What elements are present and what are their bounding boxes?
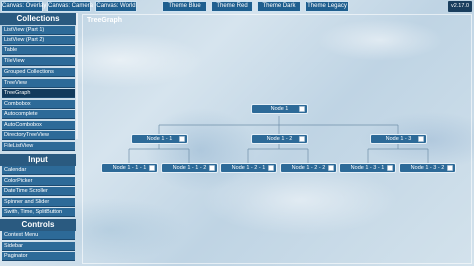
sidebar-item-autocomplete[interactable]: Autocomplete [2, 110, 75, 119]
tree-node-1-3[interactable]: Node 1 - 3 [370, 134, 427, 144]
node-label: Node 1 - 2 - 2 [291, 165, 326, 171]
sidebar-item-listview-part1[interactable]: ListView (Part 1) [2, 26, 75, 35]
sidebar-item-autocombobox[interactable]: AutoCombobox [2, 121, 75, 130]
node-label: Node 1 - 2 [266, 136, 293, 142]
top-bar: Canvas: Overlay Canvas: Camera Canvas: W… [0, 0, 474, 13]
sidebar-scrollbar[interactable] [76, 13, 78, 139]
sidebar-item-tileview[interactable]: TileView [2, 57, 75, 66]
main-panel: TreeGraph Node 1 Node 1 - 1 Node 1 - 2 N… [82, 14, 472, 264]
node-checkbox[interactable] [209, 165, 215, 171]
tab-canvas-overlay[interactable]: Canvas: Overlay [1, 1, 46, 12]
tree-node-1-3-1[interactable]: Node 1 - 3 - 1 [339, 163, 396, 173]
node-label: Node 1 - 1 [146, 136, 173, 142]
theme-dark-button[interactable]: Theme Dark [257, 1, 301, 12]
node-checkbox[interactable] [387, 165, 393, 171]
node-label: Node 1 - 3 - 2 [410, 165, 445, 171]
node-label: Node 1 - 1 - 1 [112, 165, 147, 171]
node-checkbox[interactable] [299, 136, 305, 142]
node-label: Node 1 - 3 [385, 136, 412, 142]
node-checkbox[interactable] [299, 106, 305, 112]
tree-node-1-3-2[interactable]: Node 1 - 3 - 2 [399, 163, 456, 173]
theme-red-button[interactable]: Theme Red [211, 1, 253, 12]
tree-node-1-1[interactable]: Node 1 - 1 [131, 134, 188, 144]
version-label: v2.17.0 [448, 1, 472, 12]
sidebar-item-grouped-collections[interactable]: Grouped Collections [2, 68, 75, 77]
node-label: Node 1 [270, 106, 289, 112]
sidebar-item-table[interactable]: Table [2, 46, 75, 55]
sidebar-item-listview-part2[interactable]: ListView (Part 2) [2, 36, 75, 45]
node-label: Node 1 - 1 - 2 [172, 165, 207, 171]
sidebar-item-paginator[interactable]: Paginator [2, 252, 75, 261]
tree-node-1-2[interactable]: Node 1 - 2 [251, 134, 308, 144]
sidebar-item-treegraph[interactable]: TreeGraph [2, 89, 75, 98]
theme-blue-button[interactable]: Theme Blue [162, 1, 207, 12]
tree-node-1-1-2[interactable]: Node 1 - 1 - 2 [161, 163, 218, 173]
tab-canvas-camera[interactable]: Canvas: Camera [47, 1, 93, 12]
sidebar-item-colorpicker[interactable]: ColorPicker [2, 177, 75, 186]
sidebar-item-calendar[interactable]: Calendar [2, 166, 75, 175]
tree-node-1-2-2[interactable]: Node 1 - 2 - 2 [280, 163, 337, 173]
sidebar-item-switch-time-splitbutton[interactable]: Swith, Time, SplitButton [2, 208, 75, 217]
node-checkbox[interactable] [328, 165, 334, 171]
sidebar-item-treeview[interactable]: TreeView [2, 79, 75, 88]
node-checkbox[interactable] [149, 165, 155, 171]
sidebar: Collections ListView (Part 1) ListView (… [0, 13, 78, 266]
sidebar-item-combobox[interactable]: Combobox [2, 100, 75, 109]
node-checkbox[interactable] [418, 136, 424, 142]
sidebar-item-directorytreeview[interactable]: DirectoryTreeView [2, 131, 75, 140]
sidebar-item-spinner-slider[interactable]: Spinner and Slider [2, 198, 75, 207]
sidebar-item-filelistview[interactable]: FileListView [2, 142, 75, 151]
sidebar-item-datetime-scroller[interactable]: DateTime Scroller [2, 187, 75, 196]
tree-node-1-2-1[interactable]: Node 1 - 2 - 1 [220, 163, 277, 173]
sidebar-item-sidebar[interactable]: Sidebar [2, 242, 75, 251]
section-header-input: Input [0, 154, 76, 166]
tab-canvas-world[interactable]: Canvas: World [95, 1, 137, 12]
node-label: Node 1 - 2 - 1 [231, 165, 266, 171]
node-checkbox[interactable] [447, 165, 453, 171]
section-header-controls: Controls [0, 219, 76, 231]
tree-node-1-1-1[interactable]: Node 1 - 1 - 1 [101, 163, 158, 173]
theme-legacy-button[interactable]: Theme Legacy [305, 1, 349, 12]
sidebar-item-context-menu[interactable]: Context Menu [2, 231, 75, 240]
tree-node-root[interactable]: Node 1 [251, 104, 308, 114]
node-label: Node 1 - 3 - 1 [350, 165, 385, 171]
node-checkbox[interactable] [268, 165, 274, 171]
node-checkbox[interactable] [179, 136, 185, 142]
section-header-collections: Collections [0, 13, 76, 25]
